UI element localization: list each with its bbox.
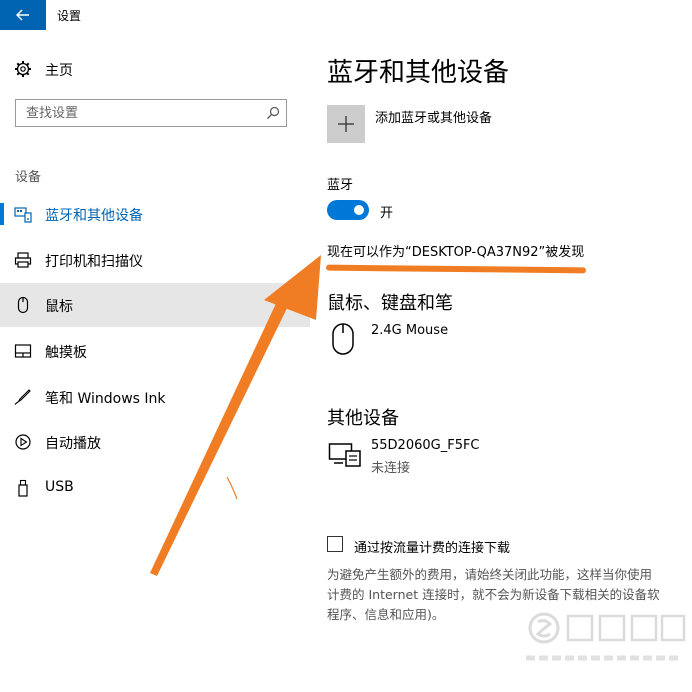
bluetooth-toggle[interactable] [327, 200, 369, 220]
gear-icon [15, 61, 31, 77]
sidebar-item-label: USB [45, 479, 74, 495]
search-box [15, 99, 287, 127]
bluetooth-label: 蓝牙 [327, 178, 354, 193]
mouse-device-name[interactable]: 2.4G Mouse [371, 323, 448, 338]
sidebar-section-label: 设备 [15, 170, 42, 185]
touchpad-icon [14, 344, 32, 358]
sidebar-item-label: 笔和 Windows Ink [45, 391, 166, 407]
sidebar-item-usb[interactable]: USB [0, 466, 310, 510]
back-button[interactable] [0, 0, 46, 30]
sidebar-item-printers[interactable]: 打印机和扫描仪 [0, 238, 310, 282]
display-device-icon [328, 443, 361, 467]
sidebar-item-label: 打印机和扫描仪 [45, 254, 143, 270]
toggle-knob [354, 205, 364, 215]
sidebar-item-touchpad[interactable]: 触摸板 [0, 329, 310, 373]
other-device-name[interactable]: 55D2060G_F5FC [371, 438, 480, 453]
section-title-other-devices: 其他设备 [327, 408, 399, 429]
section-title-mouse-keyboard-pen: 鼠标、键盘和笔 [327, 293, 453, 314]
sidebar-item-pen[interactable]: 笔和 Windows Ink [0, 375, 310, 419]
sidebar-item-label: 自动播放 [45, 436, 101, 452]
mouse-icon [17, 296, 29, 314]
other-device-status: 未连接 [371, 461, 411, 476]
sidebar-item-mouse[interactable]: 鼠标 [0, 283, 310, 327]
printer-icon [14, 252, 32, 268]
home-link[interactable]: 主页 [45, 60, 73, 80]
discoverable-text: 现在可以作为“DESKTOP-QA37N92”被发现 [327, 245, 585, 260]
page-title: 蓝牙和其他设备 [327, 58, 510, 88]
autoplay-icon [15, 434, 31, 450]
sidebar-item-label: 蓝牙和其他设备 [45, 208, 143, 224]
mouse-device-icon [332, 323, 354, 355]
title-bar [0, 0, 692, 30]
metered-download-checkbox[interactable] [327, 536, 343, 552]
back-arrow-icon [16, 9, 29, 21]
watermark-logo [526, 612, 686, 661]
annotation-underline [325, 264, 587, 274]
usb-icon [18, 479, 28, 497]
description-line: 为避免产生额外的费用，请始终关闭此功能，这样当你使用 [327, 567, 653, 582]
add-device-button[interactable] [327, 105, 365, 143]
sidebar-item-autoplay[interactable]: 自动播放 [0, 420, 310, 464]
plus-icon [338, 116, 354, 132]
pen-icon [14, 389, 31, 405]
search-input[interactable] [16, 100, 266, 126]
sidebar-item-bluetooth[interactable]: 蓝牙和其他设备 [0, 192, 310, 236]
metered-download-label[interactable]: 通过按流量计费的连接下载 [354, 537, 510, 556]
toggle-state-label: 开 [380, 206, 394, 221]
description-line: 计费的 Internet 连接时，就不会为新设备下载相关的设备软 [327, 587, 660, 602]
window-title: 设置 [57, 9, 82, 23]
bluetooth-devices-icon [14, 207, 32, 223]
add-device-label[interactable]: 添加蓝牙或其他设备 [375, 107, 492, 126]
search-icon[interactable] [266, 106, 280, 120]
sidebar-item-label: 鼠标 [45, 299, 73, 315]
sidebar-item-label: 触摸板 [45, 345, 87, 361]
